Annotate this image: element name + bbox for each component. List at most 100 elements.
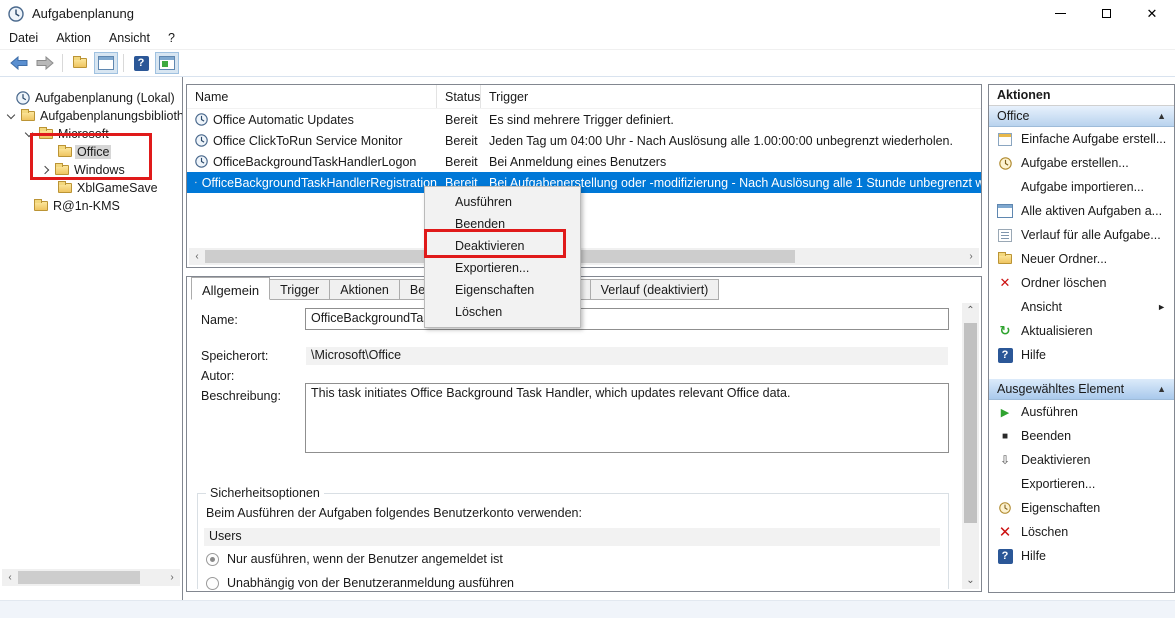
action-end[interactable]: ■ Beenden — [989, 424, 1174, 448]
radio-independent-label: Unabhängig von der Benutzeranmeldung aus… — [227, 576, 514, 590]
radio-unselected-icon[interactable] — [206, 577, 219, 590]
scrollbar-thumb[interactable] — [964, 323, 977, 523]
radio-selected-icon[interactable] — [206, 553, 219, 566]
tree-item-kms[interactable]: R@1n-KMS — [0, 197, 182, 215]
clock-icon — [16, 91, 30, 105]
scroll-right-icon[interactable]: › — [963, 248, 979, 265]
tree-item-xblgamesave[interactable]: XblGameSave — [0, 179, 182, 197]
submenu-arrow-icon: ► — [1157, 302, 1166, 312]
action-label: Hilfe — [1021, 549, 1046, 563]
task-row[interactable]: Office Automatic Updates Bereit Es sind … — [187, 109, 981, 130]
task-row[interactable]: OfficeBackgroundTaskHandlerLogon Bereit … — [187, 151, 981, 172]
tab-trigger[interactable]: Trigger — [270, 279, 330, 300]
action-label: Ausführen — [1021, 405, 1078, 419]
toolbar: ? — [0, 50, 1175, 77]
tree-item-label: XblGameSave — [77, 181, 158, 195]
action-delete[interactable]: ✕ Löschen — [989, 520, 1174, 544]
scroll-left-icon[interactable]: ‹ — [189, 248, 205, 265]
task-name: Office ClickToRun Service Monitor — [213, 134, 402, 148]
description-field-value[interactable]: This task initiates Office Background Ta… — [305, 383, 949, 453]
library-folder-icon — [21, 111, 35, 121]
chevron-down-icon[interactable] — [7, 111, 15, 119]
action-export[interactable]: Exportieren... — [989, 472, 1174, 496]
action-new-folder[interactable]: Neuer Ordner... — [989, 247, 1174, 271]
show-console-tree-button[interactable] — [94, 52, 118, 74]
context-menu-run[interactable]: Ausführen — [425, 191, 580, 213]
tree-item-library[interactable]: Aufgabenplanungsbibliothek — [0, 107, 182, 125]
selected-item-section-header[interactable]: Ausgewähltes Element ▲ — [989, 379, 1174, 400]
maximize-button[interactable] — [1083, 0, 1129, 27]
help-icon: ? — [134, 56, 149, 71]
scroll-down-icon[interactable]: ⌄ — [962, 573, 979, 589]
action-label: Deaktivieren — [1021, 453, 1090, 467]
task-scheduler-window: Aufgabenplanung ✕ Datei Aktion Ansicht ?… — [0, 0, 1175, 618]
scroll-left-icon[interactable]: ‹ — [2, 569, 18, 586]
context-menu-delete[interactable]: Löschen — [425, 301, 580, 323]
scroll-up-icon[interactable]: ⌃ — [962, 303, 979, 319]
radio-row-independent[interactable]: Unabhängig von der Benutzeranmeldung aus… — [206, 576, 514, 590]
office-section-header[interactable]: Office ▲ — [989, 106, 1174, 127]
history-log-icon — [998, 229, 1012, 242]
action-run[interactable]: ▶ Ausführen — [989, 400, 1174, 424]
tree-item-root[interactable]: Aufgabenplanung (Lokal) — [0, 89, 182, 107]
maximize-icon — [1102, 9, 1111, 18]
action-refresh[interactable]: ↻ Aktualisieren — [989, 319, 1174, 343]
tab-verlauf[interactable]: Verlauf (deaktiviert) — [591, 279, 720, 300]
menu-ansicht[interactable]: Ansicht — [100, 28, 159, 48]
action-disable[interactable]: ⇩ Deaktivieren — [989, 448, 1174, 472]
column-header-status[interactable]: Status — [437, 85, 481, 108]
action-show-running-tasks[interactable]: Alle aktiven Aufgaben a... — [989, 199, 1174, 223]
task-row[interactable]: Office ClickToRun Service Monitor Bereit… — [187, 130, 981, 151]
column-header-name[interactable]: Name — [187, 85, 437, 108]
action-history-all-tasks[interactable]: Verlauf für alle Aufgabe... — [989, 223, 1174, 247]
scroll-right-icon[interactable]: › — [164, 569, 180, 586]
collapse-icon[interactable]: ▲ — [1157, 384, 1166, 394]
help-toolbar-button[interactable]: ? — [129, 52, 153, 74]
task-clock-icon — [195, 155, 208, 168]
name-field-value[interactable]: OfficeBackgroundTaskHandlerRegistration — [305, 308, 949, 330]
action-properties[interactable]: Eigenschaften — [989, 496, 1174, 520]
action-pane-icon — [159, 56, 175, 70]
tab-allgemein[interactable]: Allgemein — [191, 277, 270, 300]
column-header-trigger[interactable]: Trigger — [481, 85, 981, 108]
action-view[interactable]: Ansicht ► — [989, 295, 1174, 319]
console-tree-icon — [98, 56, 114, 70]
scrollbar-thumb[interactable] — [18, 571, 140, 584]
details-vertical-scrollbar[interactable]: ⌃ ⌄ — [962, 303, 979, 589]
tree-horizontal-scrollbar[interactable]: ‹ › — [2, 569, 180, 586]
export-list-button[interactable] — [68, 52, 92, 74]
annotation-box-disable — [424, 229, 566, 258]
menu-aktion[interactable]: Aktion — [47, 28, 100, 48]
show-action-pane-button[interactable] — [155, 52, 179, 74]
radio-row-logged-on[interactable]: Nur ausführen, wenn der Benutzer angemel… — [206, 552, 503, 566]
forward-button[interactable] — [33, 52, 57, 74]
collapse-icon[interactable]: ▲ — [1157, 111, 1166, 121]
action-create-basic-task[interactable]: Einfache Aufgabe erstell... — [989, 127, 1174, 151]
location-field-label: Speicherort: — [201, 349, 268, 363]
task-status: Bereit — [437, 113, 481, 127]
action-import-task[interactable]: Aufgabe importieren... — [989, 175, 1174, 199]
tab-aktionen[interactable]: Aktionen — [330, 279, 400, 300]
list-horizontal-scrollbar[interactable]: ‹ › — [189, 248, 979, 265]
task-row-selected[interactable]: OfficeBackgroundTaskHandlerRegistration … — [187, 172, 981, 193]
action-create-task[interactable]: Aufgabe erstellen... — [989, 151, 1174, 175]
menu-datei[interactable]: Datei — [0, 28, 47, 48]
delete-x-icon: ✕ — [1000, 275, 1011, 291]
context-menu-export[interactable]: Exportieren... — [425, 257, 580, 279]
close-button[interactable]: ✕ — [1129, 0, 1175, 27]
task-status: Bereit — [437, 155, 481, 169]
action-help-selected[interactable]: ? Hilfe — [989, 544, 1174, 568]
help-icon: ? — [998, 348, 1013, 363]
help-icon: ? — [998, 549, 1013, 564]
context-menu-properties[interactable]: Eigenschaften — [425, 279, 580, 301]
task-trigger: Es sind mehrere Trigger definiert. — [481, 113, 981, 127]
back-button[interactable] — [7, 52, 31, 74]
action-delete-folder[interactable]: ✕ Ordner löschen — [989, 271, 1174, 295]
status-bar — [0, 600, 1175, 618]
minimize-button[interactable] — [1037, 0, 1083, 27]
annotation-box-tree-office — [30, 133, 152, 180]
disable-arrow-icon: ⇩ — [1000, 453, 1010, 467]
menu-help[interactable]: ? — [159, 28, 184, 48]
arrow-left-icon — [10, 56, 28, 70]
action-help[interactable]: ? Hilfe — [989, 343, 1174, 367]
